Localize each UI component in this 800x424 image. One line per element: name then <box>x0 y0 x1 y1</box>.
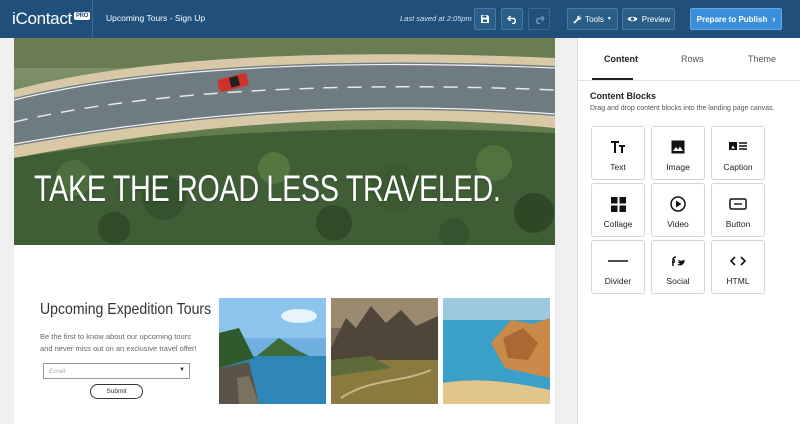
landing-page: TAKE THE ROAD LESS TRAVELED. Upcoming Ex… <box>14 38 555 424</box>
top-bar: iContact PRO Upcoming Tours - Sign Up La… <box>0 0 800 38</box>
undo-icon <box>506 15 516 24</box>
block-label: HTML <box>726 276 750 286</box>
hero-section[interactable]: TAKE THE ROAD LESS TRAVELED. <box>14 38 555 245</box>
social-icon <box>672 256 685 266</box>
block-label: Social <box>666 276 690 286</box>
block-label: Caption <box>723 162 753 172</box>
blocks-title: Content Blocks <box>590 91 657 101</box>
block-label: Collage <box>603 219 633 229</box>
active-tab-indicator <box>592 78 633 80</box>
blocks-description: Drag and drop content blocks into the la… <box>590 105 775 112</box>
logo[interactable]: iContact PRO <box>12 9 91 29</box>
image-icon <box>671 140 685 154</box>
preview-button[interactable]: Preview <box>622 8 675 30</box>
page-canvas: TAKE THE ROAD LESS TRAVELED. Upcoming Ex… <box>0 38 577 424</box>
tab-theme[interactable]: Theme <box>748 54 776 64</box>
topbar-divider <box>92 0 93 38</box>
text-icon <box>611 141 625 153</box>
email-field[interactable]: Email ▼ <box>43 363 190 379</box>
block-collage[interactable]: Collage <box>591 183 645 237</box>
block-label: Button <box>725 219 751 229</box>
redo-icon <box>535 15 545 24</box>
chevron-down-icon: ▼ <box>179 367 185 373</box>
hero-title: TAKE THE ROAD LESS TRAVELED. <box>34 168 501 209</box>
mountains-photo <box>331 298 438 404</box>
block-label: Video <box>667 219 689 229</box>
block-image[interactable]: Image <box>651 126 705 180</box>
tab-content[interactable]: Content <box>604 54 638 64</box>
divider-icon <box>608 260 628 262</box>
block-label: Divider <box>604 276 632 286</box>
video-icon <box>670 196 686 212</box>
prepare-to-publish-button[interactable]: Prepare to Publish › <box>690 8 782 30</box>
panel-tabs: Content Rows Theme <box>578 38 800 81</box>
caption-icon <box>729 142 747 150</box>
tools-menu-button[interactable]: Tools ▼ <box>567 8 618 30</box>
block-label: Image <box>666 162 690 172</box>
block-text[interactable]: Text <box>591 126 645 180</box>
page-name[interactable]: Upcoming Tours - Sign Up <box>106 13 205 23</box>
block-divider[interactable]: Divider <box>591 240 645 294</box>
chevron-right-icon: › <box>772 14 776 24</box>
eye-icon <box>627 16 638 22</box>
save-icon <box>481 15 489 23</box>
block-label: Text <box>610 162 626 172</box>
tab-rows[interactable]: Rows <box>681 54 704 64</box>
block-caption[interactable]: Caption <box>711 126 765 180</box>
logo-text: iContact <box>12 9 72 28</box>
wrench-icon <box>573 15 582 24</box>
hero-image <box>14 38 555 245</box>
submit-button[interactable]: Submit <box>90 384 143 399</box>
section-title: Upcoming Expedition Tours <box>40 301 212 318</box>
photo-cliffs[interactable] <box>443 298 550 404</box>
photo-mountains[interactable] <box>331 298 438 404</box>
logo-badge: PRO <box>73 12 91 20</box>
publish-label: Prepare to Publish <box>696 14 768 24</box>
block-social[interactable]: Social <box>651 240 705 294</box>
undo-button[interactable] <box>501 8 523 30</box>
save-button[interactable] <box>474 8 496 30</box>
section-description: Be the first to know about our upcoming … <box>40 332 197 353</box>
block-button[interactable]: Button <box>711 183 765 237</box>
preview-label: Preview <box>641 14 671 24</box>
redo-button[interactable] <box>528 8 550 30</box>
chevron-down-icon: ▼ <box>606 16 612 22</box>
email-placeholder: Email <box>49 368 66 375</box>
html-icon <box>729 256 747 266</box>
coast-photo <box>219 298 326 404</box>
photo-coast[interactable] <box>219 298 326 404</box>
collage-icon <box>610 196 626 212</box>
button-icon <box>729 198 747 210</box>
block-html[interactable]: HTML <box>711 240 765 294</box>
content-panel: Content Rows Theme Content Blocks Drag a… <box>577 38 800 424</box>
block-video[interactable]: Video <box>651 183 705 237</box>
saved-status: Last saved at 2:05pm <box>400 14 472 23</box>
tools-label: Tools <box>585 14 604 24</box>
cliffs-photo <box>443 298 550 404</box>
